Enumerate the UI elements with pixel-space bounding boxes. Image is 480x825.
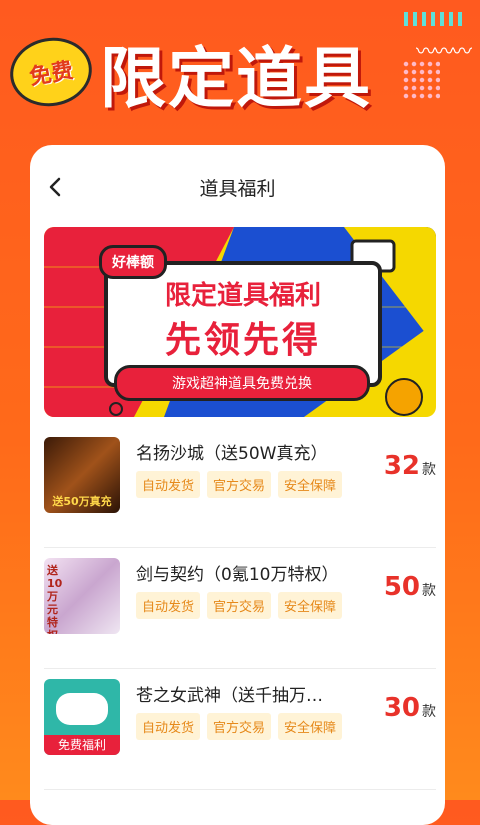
item-count: 32 款 — [384, 451, 436, 481]
item-tags: 自动发货 官方交易 安全保障 — [136, 471, 343, 498]
banner-subtitle: 游戏超神道具免费兑换 — [114, 365, 370, 401]
decor-stripes — [404, 12, 464, 26]
game-thumbnail: 送50万真充 — [44, 437, 120, 513]
list-item[interactable]: 送50万真充 名扬沙城（送50W真充） 自动发货 官方交易 安全保障 32 款 — [44, 427, 436, 548]
tag-security: 安全保障 — [278, 713, 343, 740]
hero-header: 〰〰〰 免费 限定道具 — [0, 0, 480, 150]
tag-auto-delivery: 自动发货 — [136, 471, 201, 498]
item-tags: 自动发货 官方交易 安全保障 — [136, 592, 343, 619]
tag-auto-delivery: 自动发货 — [136, 592, 201, 619]
back-arrow-icon[interactable] — [44, 175, 68, 199]
tag-official-trade: 官方交易 — [207, 592, 272, 619]
thumb-overlay-text: 送10万元特权 — [47, 564, 63, 634]
gamepad-icon — [56, 693, 108, 725]
list-item[interactable]: 送10万元特权 剑与契约（0氪10万特权） 自动发货 官方交易 安全保障 50 … — [44, 548, 436, 669]
free-badge-label: 免费 — [27, 58, 76, 91]
content-card: 道具福利 限定道具福利 先领先得 好棒额 游戏超神道具免费兑换 送50万真充 名… — [30, 145, 445, 825]
list-item[interactable]: 免费福利 苍之女武神（送千抽万… 自动发货 官方交易 安全保障 30 款 — [44, 669, 436, 790]
decor-dots — [402, 60, 440, 100]
count-unit: 款 — [422, 462, 436, 478]
count-number: 30 — [383, 693, 420, 723]
banner-headline: 先领先得 — [164, 320, 321, 361]
hero-title: 限定道具 — [100, 40, 372, 117]
banner-tag: 好棒额 — [99, 245, 167, 279]
nav-bar: 道具福利 — [30, 145, 445, 230]
game-thumbnail: 送10万元特权 — [44, 558, 120, 634]
item-name: 名扬沙城（送50W真充） — [136, 444, 328, 464]
page-title: 道具福利 — [199, 178, 276, 200]
count-number: 50 — [383, 572, 420, 602]
tag-official-trade: 官方交易 — [207, 713, 272, 740]
tag-official-trade: 官方交易 — [207, 471, 272, 498]
free-badge: 免费 — [4, 31, 98, 113]
item-count: 50 款 — [384, 572, 436, 602]
promo-banner[interactable]: 限定道具福利 先领先得 好棒额 游戏超神道具免费兑换 — [44, 227, 436, 417]
game-thumbnail: 免费福利 — [44, 679, 120, 755]
item-name: 苍之女武神（送千抽万… — [136, 686, 323, 706]
item-name: 剑与契约（0氪10万特权） — [136, 565, 339, 585]
thumb-overlay-text: 送50万真充 — [52, 495, 112, 508]
item-tags: 自动发货 官方交易 安全保障 — [136, 713, 343, 740]
item-list: 送50万真充 名扬沙城（送50W真充） 自动发货 官方交易 安全保障 32 款 … — [44, 427, 436, 790]
thumb-overlay-text: 免费福利 — [44, 735, 120, 755]
count-unit: 款 — [422, 704, 436, 720]
count-unit: 款 — [422, 583, 436, 599]
count-number: 32 — [383, 451, 420, 481]
tag-auto-delivery: 自动发货 — [136, 713, 201, 740]
banner-title: 限定道具福利 — [164, 281, 321, 311]
item-count: 30 款 — [384, 693, 436, 723]
tag-security: 安全保障 — [278, 592, 343, 619]
tag-security: 安全保障 — [278, 471, 343, 498]
